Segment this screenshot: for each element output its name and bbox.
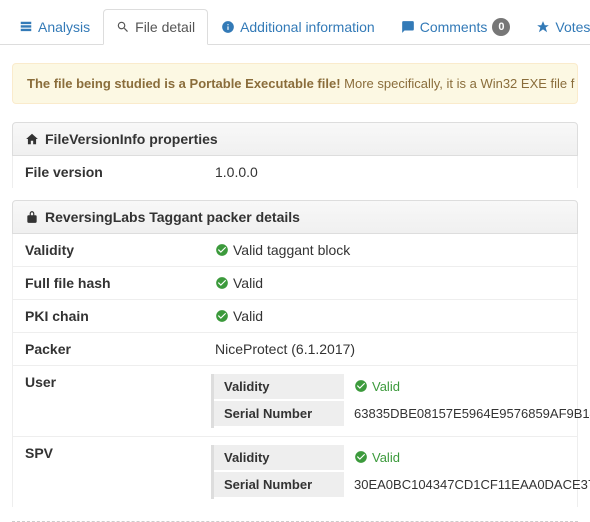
row-user: User Validity Valid Serial Number 63835D… xyxy=(13,366,577,437)
section-title: FileVersionInfo properties xyxy=(45,131,218,147)
tab-label: Comments xyxy=(420,19,488,35)
tab-comments[interactable]: Comments 0 xyxy=(388,9,524,45)
subtable-spv: Validity Valid Serial Number 30EA0BC1043… xyxy=(211,445,590,499)
value: Valid xyxy=(215,308,565,324)
key: SPV xyxy=(25,445,215,461)
row-packer: Packer NiceProtect (6.1.2017) xyxy=(13,333,577,366)
row-validity: Validity Valid taggant block xyxy=(13,234,577,267)
subrow: Validity Valid xyxy=(214,445,590,472)
home-icon xyxy=(25,132,39,146)
subvalue: 30EA0BC104347CD1CF11EAA0DACE37CC xyxy=(344,472,590,499)
subkey: Validity xyxy=(214,374,344,401)
comments-count-badge: 0 xyxy=(492,18,510,36)
check-icon xyxy=(215,276,229,290)
key: PKI chain xyxy=(25,308,215,324)
alert-bold: The file being studied is a Portable Exe… xyxy=(27,76,341,91)
tab-additional-info[interactable]: Additional information xyxy=(208,9,388,45)
tab-label: Analysis xyxy=(38,19,90,35)
value: Valid xyxy=(215,275,565,291)
subtable-user: Validity Valid Serial Number 63835DBE081… xyxy=(211,374,590,428)
section-taggant-body: Validity Valid taggant block Full file h… xyxy=(12,234,578,507)
tab-file-detail[interactable]: File detail xyxy=(103,9,208,45)
votes-icon xyxy=(536,20,550,34)
section-fileversion-heading: FileVersionInfo properties xyxy=(12,122,578,156)
key: File version xyxy=(25,164,215,180)
value: Valid taggant block xyxy=(215,242,565,258)
alert-filetype: The file being studied is a Portable Exe… xyxy=(12,63,578,104)
check-icon xyxy=(215,243,229,257)
key: Packer xyxy=(25,341,215,357)
section-taggant-heading: ReversingLabs Taggant packer details xyxy=(12,200,578,234)
value: 1.0.0.0 xyxy=(215,164,565,180)
row-spv: SPV Validity Valid Serial Number 30EA0BC… xyxy=(13,437,577,507)
info-icon xyxy=(221,20,235,34)
key: User xyxy=(25,374,215,390)
row-pki-chain: PKI chain Valid xyxy=(13,300,577,333)
subvalue: Valid xyxy=(344,374,590,401)
tab-votes[interactable]: Votes xyxy=(523,9,590,45)
subrow: Serial Number 30EA0BC104347CD1CF11EAA0DA… xyxy=(214,472,590,499)
subkey: Serial Number xyxy=(214,472,344,499)
row-full-file-hash: Full file hash Valid xyxy=(13,267,577,300)
subrow: Validity Valid xyxy=(214,374,590,401)
tab-label: File detail xyxy=(135,19,195,35)
value: NiceProtect (6.1.2017) xyxy=(215,341,565,357)
key: Validity xyxy=(25,242,215,258)
subkey: Serial Number xyxy=(214,401,344,428)
comment-icon xyxy=(401,20,415,34)
tab-label: Additional information xyxy=(240,19,375,35)
tab-analysis[interactable]: Analysis xyxy=(6,9,103,45)
subrow: Serial Number 63835DBE08157E5964E9576859… xyxy=(214,401,590,428)
subvalue: 63835DBE08157E5964E9576859AF9B14 xyxy=(344,401,590,428)
subkey: Validity xyxy=(214,445,344,472)
tab-label: Votes xyxy=(555,19,590,35)
alert-rest: More specifically, it is a Win32 EXE fil… xyxy=(341,76,575,91)
check-icon xyxy=(354,450,368,464)
check-icon xyxy=(354,379,368,393)
tabs-bar: Analysis File detail Additional informat… xyxy=(0,8,590,45)
value: Validity Valid Serial Number 63835DBE081… xyxy=(215,374,590,428)
subvalue: Valid xyxy=(344,445,590,472)
value: Validity Valid Serial Number 30EA0BC1043… xyxy=(215,445,590,499)
analysis-icon xyxy=(19,20,33,34)
check-icon xyxy=(215,309,229,323)
row-file-version: File version 1.0.0.0 xyxy=(13,156,577,188)
key: Full file hash xyxy=(25,275,215,291)
section-fileversion-body: File version 1.0.0.0 xyxy=(12,156,578,188)
section-title: ReversingLabs Taggant packer details xyxy=(45,209,300,225)
lock-icon xyxy=(25,210,39,224)
search-icon xyxy=(116,20,130,34)
